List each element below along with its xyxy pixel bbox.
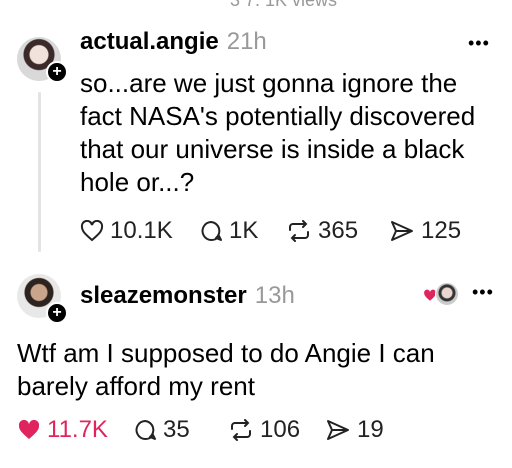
like-button[interactable]: 10.1K xyxy=(80,217,173,245)
like-count: 10.1K xyxy=(110,217,173,244)
share-icon xyxy=(327,420,349,440)
comment-icon xyxy=(135,420,156,440)
repost-count: 106 xyxy=(260,416,301,443)
like-button[interactable]: 11.7K xyxy=(17,416,108,444)
post-text-line: fact NASA's potentially discovered xyxy=(80,101,476,131)
comment-button[interactable]: 1K xyxy=(199,217,258,245)
post-text-line: barely afford my rent xyxy=(17,371,255,401)
more-options-icon[interactable]: ••• xyxy=(472,282,494,303)
post-text: Wtf am I supposed to do Angie I can bare… xyxy=(17,337,435,403)
author-mini-avatar xyxy=(435,282,459,306)
share-button[interactable]: 125 xyxy=(389,217,461,245)
timestamp: 13h xyxy=(254,282,295,309)
post-header: actual.angie 21h xyxy=(80,28,267,56)
more-options-icon[interactable]: ••• xyxy=(468,33,490,54)
username[interactable]: sleazemonster xyxy=(80,282,247,309)
top-cut-text: 3 7. 1K views xyxy=(230,0,338,10)
like-count: 11.7K xyxy=(47,416,108,443)
timestamp: 21h xyxy=(226,28,267,55)
post-header: sleazemonster 13h xyxy=(80,282,295,310)
heart-icon xyxy=(80,220,104,242)
post-text-line: that our universe is inside a black xyxy=(80,134,465,164)
repost-button[interactable]: 106 xyxy=(228,416,300,444)
comment-count: 35 xyxy=(163,416,190,443)
repost-icon xyxy=(289,220,309,242)
comment-count: 1K xyxy=(229,217,259,244)
comment-icon xyxy=(201,221,222,241)
post-text: so...are we just gonna ignore the fact N… xyxy=(80,67,475,199)
share-count: 125 xyxy=(421,217,462,244)
heart-filled-icon xyxy=(18,419,40,439)
share-count: 19 xyxy=(357,416,384,443)
repost-icon xyxy=(231,419,251,441)
follow-plus-icon[interactable]: + xyxy=(46,302,68,324)
comment-button[interactable]: 35 xyxy=(133,416,190,444)
post-text-line: so...are we just gonna ignore the xyxy=(80,68,458,98)
repost-button[interactable]: 365 xyxy=(286,217,358,245)
post-text-line: hole or...? xyxy=(80,167,195,197)
thread-line xyxy=(38,92,41,252)
share-button[interactable]: 19 xyxy=(325,416,384,444)
share-icon xyxy=(391,221,413,241)
username[interactable]: actual.angie xyxy=(80,28,219,55)
post-text-line: Wtf am I supposed to do Angie I can xyxy=(17,338,435,368)
repost-count: 365 xyxy=(318,217,359,244)
follow-plus-icon[interactable]: + xyxy=(46,61,68,83)
